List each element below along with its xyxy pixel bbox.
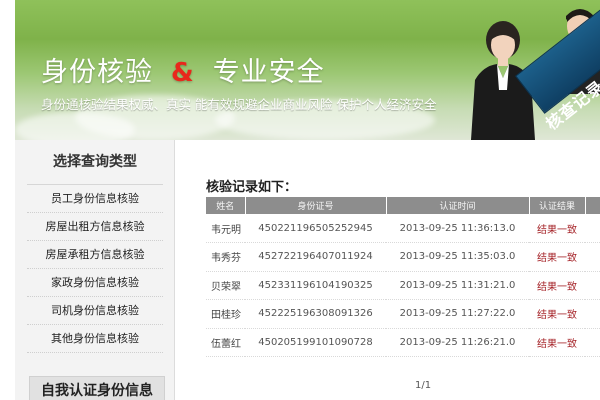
- banner-title-amp: &: [171, 58, 195, 88]
- cell-name: 韦秀芬: [206, 242, 245, 272]
- table-row: 贝荣翠 452331196104190325 2013-09-25 11:31:…: [206, 271, 600, 300]
- cell-result: 结果一致: [529, 299, 585, 329]
- header-banner: 身份核验 & 专业安全 身份通核验结果权威、真实 能有效规避企业商业风险 保护个人经…: [15, 0, 600, 140]
- cell-name: 伍蕾红: [206, 328, 245, 357]
- cell-time: 2013-09-25 11:36:13.0: [386, 214, 529, 243]
- cell-extra: [585, 299, 600, 329]
- cell-extra: [585, 214, 600, 243]
- sidebar-item-tenant[interactable]: 房屋承租方信息核验: [27, 241, 163, 269]
- sidebar-item-landlord[interactable]: 房屋出租方信息核验: [27, 213, 163, 241]
- cell-time: 2013-09-25 11:26:21.0: [386, 328, 529, 357]
- sidebar-item-employee[interactable]: 员工身份信息核验: [27, 185, 163, 213]
- cell-time: 2013-09-25 11:31:21.0: [386, 271, 529, 300]
- banner-subtitle: 身份通核验结果权威、真实 能有效规避企业商业风险 保护个人经济安全: [41, 97, 437, 112]
- cell-id: 450221196505252945: [245, 214, 386, 243]
- cell-time: 2013-09-25 11:35:03.0: [386, 242, 529, 272]
- banner-title-left: 身份核验: [41, 57, 153, 88]
- pagination[interactable]: 1/1: [415, 380, 431, 391]
- sidebar-title: 选择查询类型: [27, 140, 163, 185]
- cell-extra: [585, 328, 600, 357]
- column-header-name: 姓名: [206, 197, 246, 214]
- sidebar-menu: 选择查询类型 员工身份信息核验 房屋出租方信息核验 房屋承租方信息核验 家政身份…: [27, 140, 163, 353]
- records-table: 姓名 身份证号 认证时间 认证结果 韦元明 450221196505252945…: [206, 197, 600, 357]
- table-row: 伍蕾红 450205199101090728 2013-09-25 11:26:…: [206, 328, 600, 357]
- banner-title: 身份核验 & 专业安全: [41, 50, 325, 89]
- cloud-decoration: [15, 112, 135, 140]
- column-header-time: 认证时间: [386, 197, 530, 214]
- table-row: 田桂珍 452225196308091326 2013-09-25 11:27:…: [206, 299, 600, 329]
- cell-id: 452722196407011924: [245, 242, 386, 272]
- cell-name: 田桂珍: [206, 299, 245, 329]
- cell-extra: [585, 271, 600, 300]
- table-row: 韦秀芬 452722196407011924 2013-09-25 11:35:…: [206, 242, 600, 272]
- cell-result: 结果一致: [529, 328, 585, 357]
- cell-id: 452331196104190325: [245, 271, 386, 300]
- table-row: 韦元明 450221196505252945 2013-09-25 11:36:…: [206, 214, 600, 243]
- column-header-extra: [585, 197, 600, 214]
- cell-id: 450205199101090728: [245, 328, 386, 357]
- cell-result: 结果一致: [529, 271, 585, 300]
- column-header-id: 身份证号: [245, 197, 387, 214]
- cell-extra: [585, 242, 600, 272]
- sidebar-item-driver[interactable]: 司机身份信息核验: [27, 297, 163, 325]
- sidebar-item-other[interactable]: 其他身份信息核验: [27, 325, 163, 353]
- banner-title-right: 专业安全: [212, 57, 325, 88]
- cell-result: 结果一致: [529, 242, 585, 272]
- cell-id: 452225196308091326: [245, 299, 386, 329]
- cell-name: 贝荣翠: [206, 271, 245, 300]
- cell-result: 结果一致: [529, 214, 585, 243]
- cell-name: 韦元明: [206, 214, 245, 243]
- sidebar: 选择查询类型 员工身份信息核验 房屋出租方信息核验 房屋承租方信息核验 家政身份…: [15, 140, 175, 400]
- cell-time: 2013-09-25 11:27:22.0: [386, 299, 529, 329]
- main-content: 核验记录如下： 姓名 身份证号 认证时间 认证结果 韦元明 4502211965…: [175, 140, 600, 400]
- column-header-result: 认证结果: [529, 197, 586, 214]
- sidebar-item-housekeeping[interactable]: 家政身份信息核验: [27, 269, 163, 297]
- self-verify-button[interactable]: 自我认证身份信息: [29, 376, 165, 400]
- records-title: 核验记录如下：: [206, 180, 298, 195]
- table-header-row: 姓名 身份证号 认证时间 认证结果: [206, 197, 600, 214]
